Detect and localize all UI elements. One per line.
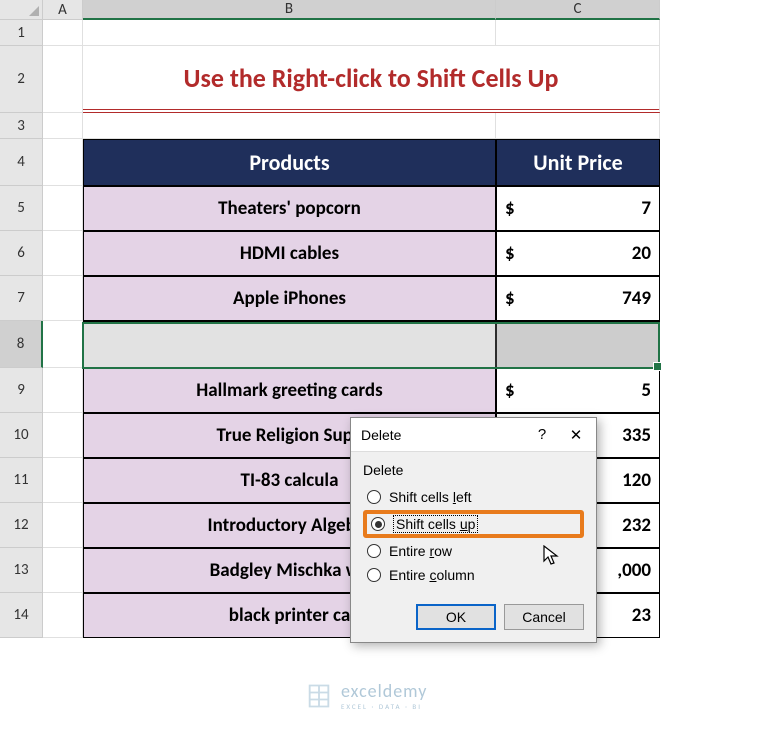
cell-b3[interactable] [83, 113, 496, 139]
page-title: Use the Right-click to Shift Cells Up [83, 46, 660, 113]
cell-a5[interactable] [43, 186, 83, 231]
price-value: 20 [632, 242, 651, 265]
price-value: 232 [622, 514, 651, 537]
ok-button[interactable]: OK [416, 604, 496, 630]
row-header-13[interactable]: 13 [0, 548, 43, 593]
radio-entire-row[interactable]: Entire row [363, 540, 584, 562]
dialog-help-button[interactable]: ? [528, 426, 556, 444]
radio-label: Shift cells up [393, 515, 478, 533]
price-value: 749 [622, 287, 651, 310]
cell-a10[interactable] [43, 413, 83, 458]
price-value: 7 [641, 197, 651, 220]
row-header-7[interactable]: 7 [0, 276, 43, 321]
cancel-button[interactable]: Cancel [504, 604, 584, 630]
cell-a3[interactable] [43, 113, 83, 139]
dialog-title: Delete [361, 427, 401, 443]
table-row[interactable]: $5 [496, 368, 660, 413]
table-row[interactable]: HDMI cables [83, 231, 496, 276]
currency-symbol: $ [505, 287, 515, 310]
selected-cell-c8[interactable] [496, 321, 660, 368]
cell-a13[interactable] [43, 548, 83, 593]
radio-icon [371, 517, 385, 531]
dialog-group-label: Delete [363, 462, 584, 478]
cell-a12[interactable] [43, 503, 83, 548]
row-header-10[interactable]: 10 [0, 413, 43, 458]
cell-a6[interactable] [43, 231, 83, 276]
header-products: Products [83, 139, 496, 186]
radio-shift-cells-up[interactable]: Shift cells up [363, 510, 584, 538]
radio-entire-column[interactable]: Entire column [363, 564, 584, 586]
col-header-a[interactable]: A [43, 0, 83, 20]
select-all-corner[interactable] [0, 0, 43, 20]
cell-a4[interactable] [43, 139, 83, 186]
cell-a9[interactable] [43, 368, 83, 413]
table-row[interactable]: $7 [496, 186, 660, 231]
row-header-5[interactable]: 5 [0, 186, 43, 231]
watermark-icon [305, 682, 333, 710]
row-header-12[interactable]: 12 [0, 503, 43, 548]
currency-symbol: $ [505, 197, 515, 220]
cell-a7[interactable] [43, 276, 83, 321]
row-header-2[interactable]: 2 [0, 46, 43, 113]
row-header-4[interactable]: 4 [0, 139, 43, 186]
row-header-14[interactable]: 14 [0, 593, 43, 638]
cell-a11[interactable] [43, 458, 83, 503]
table-row[interactable]: Apple iPhones [83, 276, 496, 321]
currency-symbol: $ [505, 379, 515, 402]
watermark: exceldemy EXCEL · DATA · BI [305, 680, 427, 711]
table-row[interactable]: $20 [496, 231, 660, 276]
delete-dialog: Delete ? ✕ Delete Shift cells left Shift… [350, 417, 597, 643]
row-header-9[interactable]: 9 [0, 368, 43, 413]
dialog-titlebar[interactable]: Delete ? ✕ [351, 418, 596, 452]
cell-b1[interactable] [83, 20, 496, 46]
price-value: ,000 [617, 559, 651, 582]
currency-symbol: $ [505, 242, 515, 265]
cell-c1[interactable] [496, 20, 660, 46]
table-row[interactable]: Hallmark greeting cards [83, 368, 496, 413]
radio-icon [367, 544, 381, 558]
table-row[interactable]: $749 [496, 276, 660, 321]
radio-label: Shift cells left [389, 489, 472, 505]
table-row[interactable]: Theaters' popcorn [83, 186, 496, 231]
cell-a14[interactable] [43, 593, 83, 638]
col-header-b[interactable]: B [83, 0, 496, 20]
radio-label: Entire row [389, 543, 452, 559]
watermark-sub: EXCEL · DATA · BI [341, 702, 427, 711]
watermark-name: exceldemy [341, 680, 427, 702]
cell-a1[interactable] [43, 20, 83, 46]
header-price: Unit Price [496, 139, 660, 186]
row-header-11[interactable]: 11 [0, 458, 43, 503]
radio-shift-cells-left[interactable]: Shift cells left [363, 486, 584, 508]
radio-icon [367, 568, 381, 582]
price-value: 120 [622, 469, 651, 492]
price-value: 5 [641, 379, 651, 402]
row-header-6[interactable]: 6 [0, 231, 43, 276]
cell-a8[interactable] [43, 321, 83, 368]
close-icon[interactable]: ✕ [562, 426, 590, 444]
cell-c3[interactable] [496, 113, 660, 139]
row-header-8[interactable]: 8 [0, 321, 43, 368]
radio-label: Entire column [389, 567, 475, 583]
price-value: 335 [622, 424, 651, 447]
selected-cell-b8[interactable] [83, 321, 496, 368]
row-header-1[interactable]: 1 [0, 20, 43, 46]
row-header-3[interactable]: 3 [0, 113, 43, 139]
cell-a2[interactable] [43, 46, 83, 113]
col-header-c[interactable]: C [496, 0, 660, 20]
price-value: 23 [632, 604, 651, 627]
radio-icon [367, 490, 381, 504]
